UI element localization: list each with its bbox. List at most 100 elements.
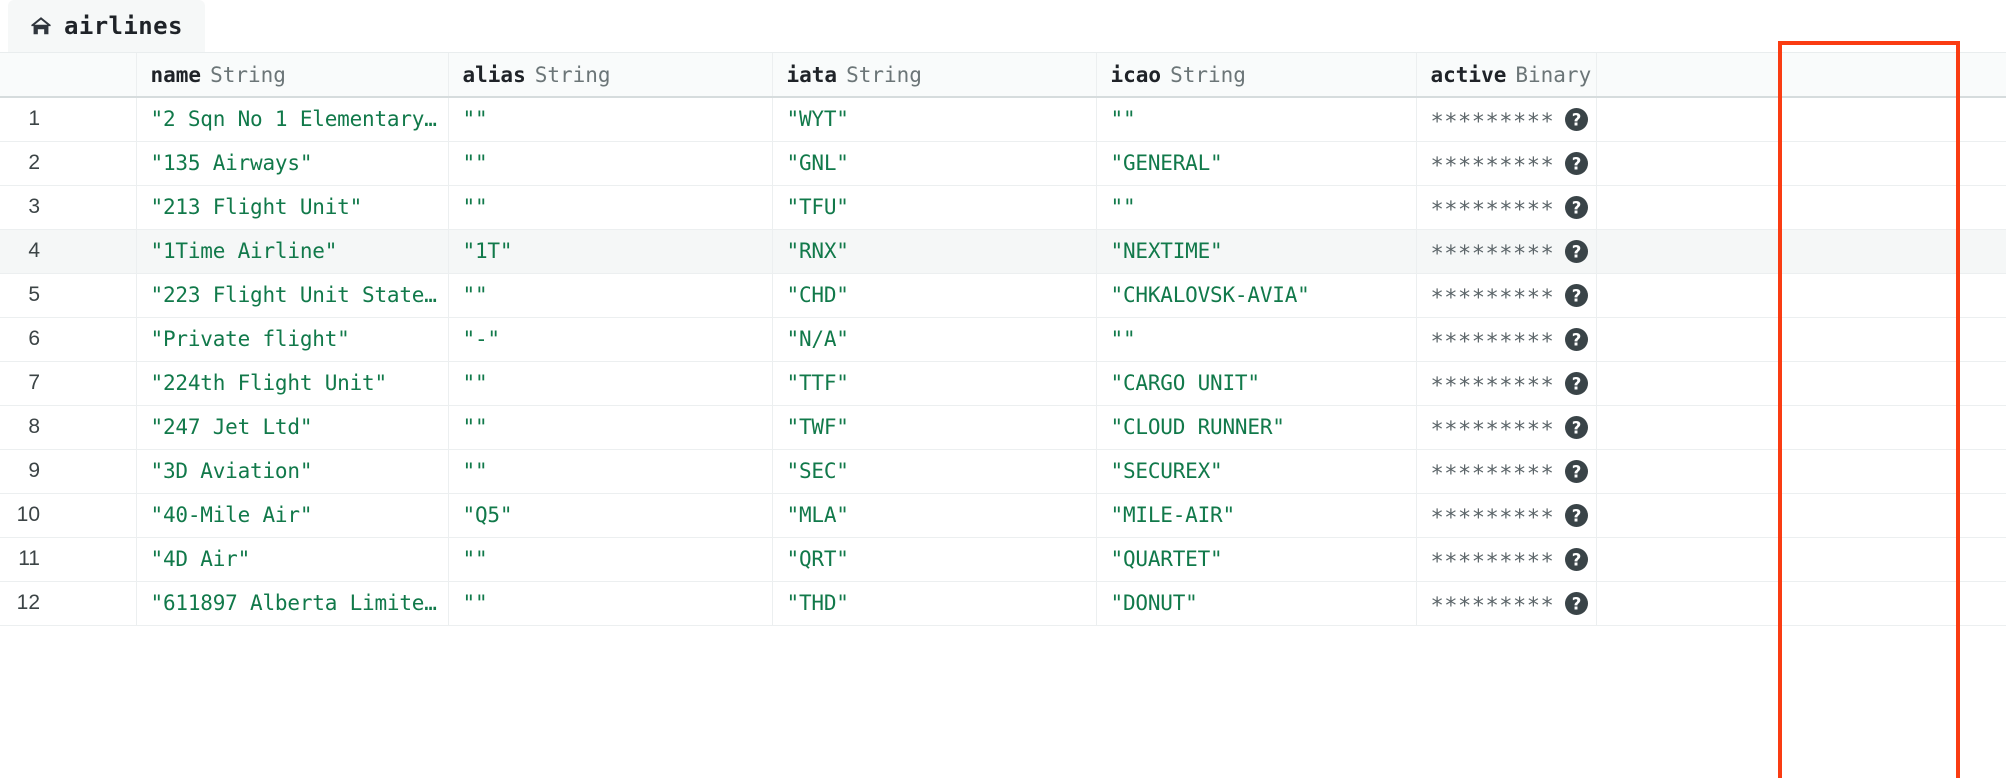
cell-name[interactable]: "1Time Airline"	[136, 229, 448, 273]
cell-icao[interactable]: "CARGO UNIT"	[1096, 361, 1416, 405]
cell-icao[interactable]: "NEXTIME"	[1096, 229, 1416, 273]
cell-iata[interactable]: "QRT"	[772, 537, 1096, 581]
cell-alias[interactable]: "-"	[448, 317, 772, 361]
cell-active[interactable]: *********?	[1416, 493, 1596, 537]
column-header-alias[interactable]: aliasString	[448, 53, 772, 97]
cell-iata[interactable]: "THD"	[772, 581, 1096, 625]
table-row[interactable]: 4"1Time Airline""1T""RNX""NEXTIME"******…	[0, 229, 2006, 273]
table-row[interactable]: 6"Private flight""-""N/A"""*********?	[0, 317, 2006, 361]
cell-iata[interactable]: "TWF"	[772, 405, 1096, 449]
cell-alias[interactable]: ""	[448, 273, 772, 317]
cell-iata[interactable]: "TTF"	[772, 361, 1096, 405]
cell-icao[interactable]: "SECUREX"	[1096, 449, 1416, 493]
cell-active[interactable]: *********?	[1416, 273, 1596, 317]
row-gutter[interactable]	[52, 405, 136, 449]
question-mark-circle-icon[interactable]: ?	[1565, 108, 1588, 131]
cell-alias[interactable]: ""	[448, 185, 772, 229]
cell-active[interactable]: *********?	[1416, 97, 1596, 141]
question-mark-circle-icon[interactable]: ?	[1565, 548, 1588, 571]
row-gutter[interactable]	[52, 185, 136, 229]
table-row[interactable]: 9"3D Aviation""""SEC""SECUREX"*********?	[0, 449, 2006, 493]
cell-name[interactable]: "611897 Alberta Limited"	[136, 581, 448, 625]
cell-active[interactable]: *********?	[1416, 537, 1596, 581]
row-gutter[interactable]	[52, 141, 136, 185]
row-gutter[interactable]	[52, 493, 136, 537]
row-gutter[interactable]	[52, 581, 136, 625]
row-gutter[interactable]	[52, 273, 136, 317]
cell-alias[interactable]: ""	[448, 361, 772, 405]
cell-name[interactable]: "247 Jet Ltd"	[136, 405, 448, 449]
cell-active[interactable]: *********?	[1416, 405, 1596, 449]
table-scroll-region[interactable]: nameString aliasString iataString icaoSt…	[0, 52, 2006, 778]
cell-name[interactable]: "213 Flight Unit"	[136, 185, 448, 229]
cell-name[interactable]: "135 Airways"	[136, 141, 448, 185]
table-row[interactable]: 11"4D Air""""QRT""QUARTET"*********?	[0, 537, 2006, 581]
cell-iata[interactable]: "RNX"	[772, 229, 1096, 273]
row-gutter[interactable]	[52, 361, 136, 405]
cell-name[interactable]: "4D Air"	[136, 537, 448, 581]
cell-active[interactable]: *********?	[1416, 317, 1596, 361]
question-mark-circle-icon[interactable]: ?	[1565, 372, 1588, 395]
cell-active[interactable]: *********?	[1416, 361, 1596, 405]
question-mark-circle-icon[interactable]: ?	[1565, 240, 1588, 263]
cell-iata[interactable]: "CHD"	[772, 273, 1096, 317]
cell-active[interactable]: *********?	[1416, 141, 1596, 185]
row-gutter[interactable]	[52, 537, 136, 581]
table-row[interactable]: 1"2 Sqn No 1 Elementary Flyi…""""WYT"""*…	[0, 97, 2006, 141]
column-header-iata[interactable]: iataString	[772, 53, 1096, 97]
tab-airlines[interactable]: airlines	[8, 0, 205, 52]
cell-name[interactable]: "224th Flight Unit"	[136, 361, 448, 405]
question-mark-circle-icon[interactable]: ?	[1565, 328, 1588, 351]
question-mark-circle-icon[interactable]: ?	[1565, 284, 1588, 307]
cell-alias[interactable]: "Q5"	[448, 493, 772, 537]
cell-alias[interactable]: ""	[448, 537, 772, 581]
cell-icao[interactable]: "CHKALOVSK-AVIA"	[1096, 273, 1416, 317]
table-row[interactable]: 5"223 Flight Unit State Airl…""""CHD""CH…	[0, 273, 2006, 317]
row-gutter[interactable]	[52, 449, 136, 493]
cell-name[interactable]: "Private flight"	[136, 317, 448, 361]
cell-alias[interactable]: ""	[448, 449, 772, 493]
table-row[interactable]: 3"213 Flight Unit""""TFU"""*********?	[0, 185, 2006, 229]
cell-alias[interactable]: ""	[448, 581, 772, 625]
cell-icao[interactable]: ""	[1096, 185, 1416, 229]
column-header-active[interactable]: activeBinary	[1416, 53, 1596, 97]
cell-iata[interactable]: "SEC"	[772, 449, 1096, 493]
cell-alias[interactable]: ""	[448, 405, 772, 449]
question-mark-circle-icon[interactable]: ?	[1565, 416, 1588, 439]
cell-name[interactable]: "3D Aviation"	[136, 449, 448, 493]
row-gutter[interactable]	[52, 317, 136, 361]
cell-iata[interactable]: "MLA"	[772, 493, 1096, 537]
cell-icao[interactable]: ""	[1096, 97, 1416, 141]
cell-iata[interactable]: "WYT"	[772, 97, 1096, 141]
question-mark-circle-icon[interactable]: ?	[1565, 152, 1588, 175]
table-row[interactable]: 12"611897 Alberta Limited""""THD""DONUT"…	[0, 581, 2006, 625]
cell-icao[interactable]: "MILE-AIR"	[1096, 493, 1416, 537]
question-mark-circle-icon[interactable]: ?	[1565, 196, 1588, 219]
row-gutter[interactable]	[52, 229, 136, 273]
question-mark-circle-icon[interactable]: ?	[1565, 460, 1588, 483]
cell-icao[interactable]: "GENERAL"	[1096, 141, 1416, 185]
cell-alias[interactable]: ""	[448, 97, 772, 141]
cell-name[interactable]: "223 Flight Unit State Airl…"	[136, 273, 448, 317]
cell-icao[interactable]: "CLOUD RUNNER"	[1096, 405, 1416, 449]
cell-active[interactable]: *********?	[1416, 185, 1596, 229]
cell-iata[interactable]: "TFU"	[772, 185, 1096, 229]
cell-icao[interactable]: "QUARTET"	[1096, 537, 1416, 581]
cell-active[interactable]: *********?	[1416, 581, 1596, 625]
table-row[interactable]: 10"40-Mile Air""Q5""MLA""MILE-AIR"******…	[0, 493, 2006, 537]
table-row[interactable]: 2"135 Airways""""GNL""GENERAL"*********?	[0, 141, 2006, 185]
cell-iata[interactable]: "GNL"	[772, 141, 1096, 185]
cell-name[interactable]: "40-Mile Air"	[136, 493, 448, 537]
cell-name[interactable]: "2 Sqn No 1 Elementary Flyi…"	[136, 97, 448, 141]
cell-icao[interactable]: "DONUT"	[1096, 581, 1416, 625]
cell-active[interactable]: *********?	[1416, 229, 1596, 273]
column-header-name[interactable]: nameString	[136, 53, 448, 97]
row-gutter[interactable]	[52, 97, 136, 141]
question-mark-circle-icon[interactable]: ?	[1565, 504, 1588, 527]
cell-icao[interactable]: ""	[1096, 317, 1416, 361]
table-row[interactable]: 7"224th Flight Unit""""TTF""CARGO UNIT"*…	[0, 361, 2006, 405]
column-header-icao[interactable]: icaoString	[1096, 53, 1416, 97]
cell-active[interactable]: *********?	[1416, 449, 1596, 493]
cell-iata[interactable]: "N/A"	[772, 317, 1096, 361]
cell-alias[interactable]: ""	[448, 141, 772, 185]
